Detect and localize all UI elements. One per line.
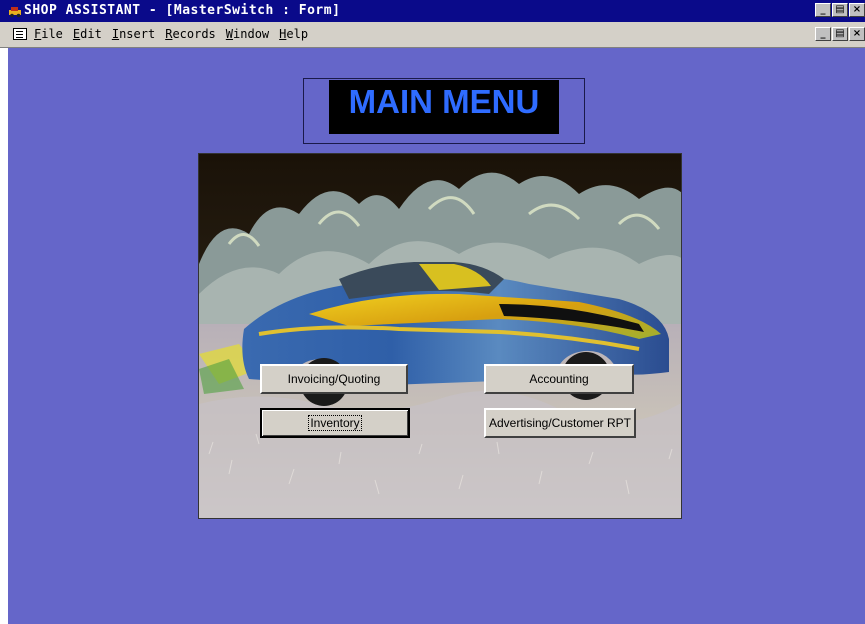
accounting-button[interactable]: Accounting — [484, 364, 634, 394]
car-app-icon — [9, 7, 21, 18]
menu-bar: File Edit Insert Records Window Help _ ▤… — [0, 22, 865, 48]
invoicing-quoting-button[interactable]: Invoicing/Quoting — [260, 364, 408, 394]
doc-close-button[interactable]: × — [849, 27, 865, 41]
title-bar: SHOP ASSISTANT - [MasterSwitch : Form] _… — [0, 0, 865, 22]
advertising-customer-rpt-label: Advertising/Customer RPT — [488, 416, 632, 430]
document-window-controls: _ ▤ × — [815, 27, 865, 41]
accounting-label: Accounting — [529, 372, 589, 386]
close-button[interactable]: × — [849, 3, 865, 17]
menu-help[interactable]: Help — [279, 27, 308, 41]
doc-minimize-button[interactable]: _ — [815, 27, 831, 41]
restore-button[interactable]: ▤ — [832, 3, 848, 17]
form-document-icon[interactable] — [13, 28, 27, 40]
car-in-field-photo — [198, 153, 682, 519]
doc-restore-button[interactable]: ▤ — [832, 27, 848, 41]
menu-records[interactable]: Records — [165, 27, 216, 41]
inventory-label: Inventory — [308, 415, 362, 431]
window-title: SHOP ASSISTANT - [MasterSwitch : Form] — [24, 3, 341, 18]
menu-edit[interactable]: Edit — [73, 27, 102, 41]
menu-insert[interactable]: Insert — [112, 27, 155, 41]
invoicing-quoting-label: Invoicing/Quoting — [287, 372, 381, 386]
window-border — [0, 48, 8, 624]
menu-window[interactable]: Window — [226, 27, 269, 41]
window-controls: _ ▤ × — [815, 3, 865, 17]
menu-file[interactable]: File — [34, 27, 63, 41]
minimize-button[interactable]: _ — [815, 3, 831, 17]
advertising-customer-rpt-button[interactable]: Advertising/Customer RPT — [484, 408, 636, 438]
inventory-button[interactable]: Inventory — [260, 408, 410, 438]
main-menu-heading: MAIN MENU — [329, 80, 559, 134]
